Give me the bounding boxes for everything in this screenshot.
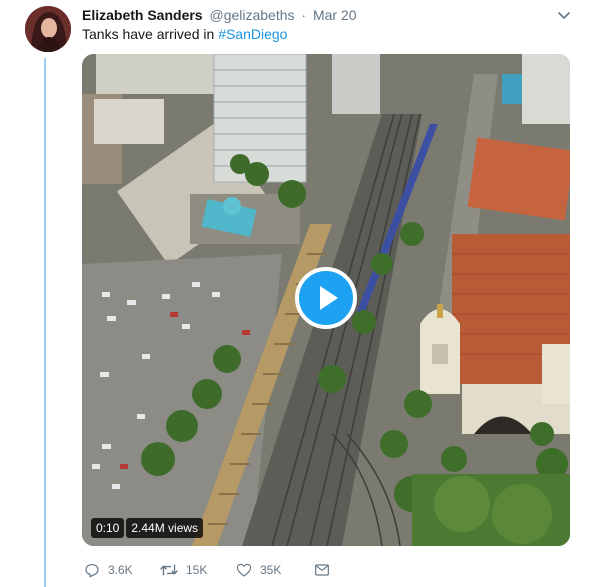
video-meta: 0:10 2.44M views <box>91 518 204 538</box>
reply-icon <box>85 564 99 578</box>
tweet-text-body: Tanks have arrived in <box>82 26 219 42</box>
play-button[interactable] <box>295 267 357 329</box>
avatar[interactable] <box>25 6 71 52</box>
tweet-header: Elizabeth Sanders @gelizabeths · Mar 20 <box>82 7 357 23</box>
video-views: 2.44M views <box>126 518 204 538</box>
thread-line <box>44 58 46 587</box>
heart-icon <box>236 563 252 577</box>
user-handle[interactable]: @gelizabeths <box>209 7 294 23</box>
tweet-page: Elizabeth Sanders @gelizabeths · Mar 20 … <box>0 0 600 587</box>
play-icon <box>320 286 338 310</box>
retweet-button[interactable]: 15K <box>160 562 236 578</box>
hashtag-link[interactable]: #SanDiego <box>218 26 287 42</box>
separator-dot: · <box>301 7 307 23</box>
reply-button[interactable]: 3.6K <box>84 562 160 578</box>
display-name[interactable]: Elizabeth Sanders <box>82 7 203 23</box>
video-duration: 0:10 <box>91 518 125 538</box>
envelope-icon <box>315 564 329 576</box>
tweet-actions: 3.6K 15K 35K <box>84 560 338 580</box>
like-button[interactable]: 35K <box>236 562 314 578</box>
direct-message-button[interactable] <box>314 562 338 578</box>
tweet-date[interactable]: Mar 20 <box>313 7 357 23</box>
retweet-icon <box>160 564 178 576</box>
like-count: 35K <box>260 563 282 577</box>
retweet-count: 15K <box>186 563 208 577</box>
video-player[interactable]: 0:10 2.44M views <box>82 54 570 546</box>
reply-count: 3.6K <box>108 563 133 577</box>
chevron-down-icon[interactable] <box>556 9 572 23</box>
tweet-text: Tanks have arrived in #SanDiego <box>82 26 287 42</box>
